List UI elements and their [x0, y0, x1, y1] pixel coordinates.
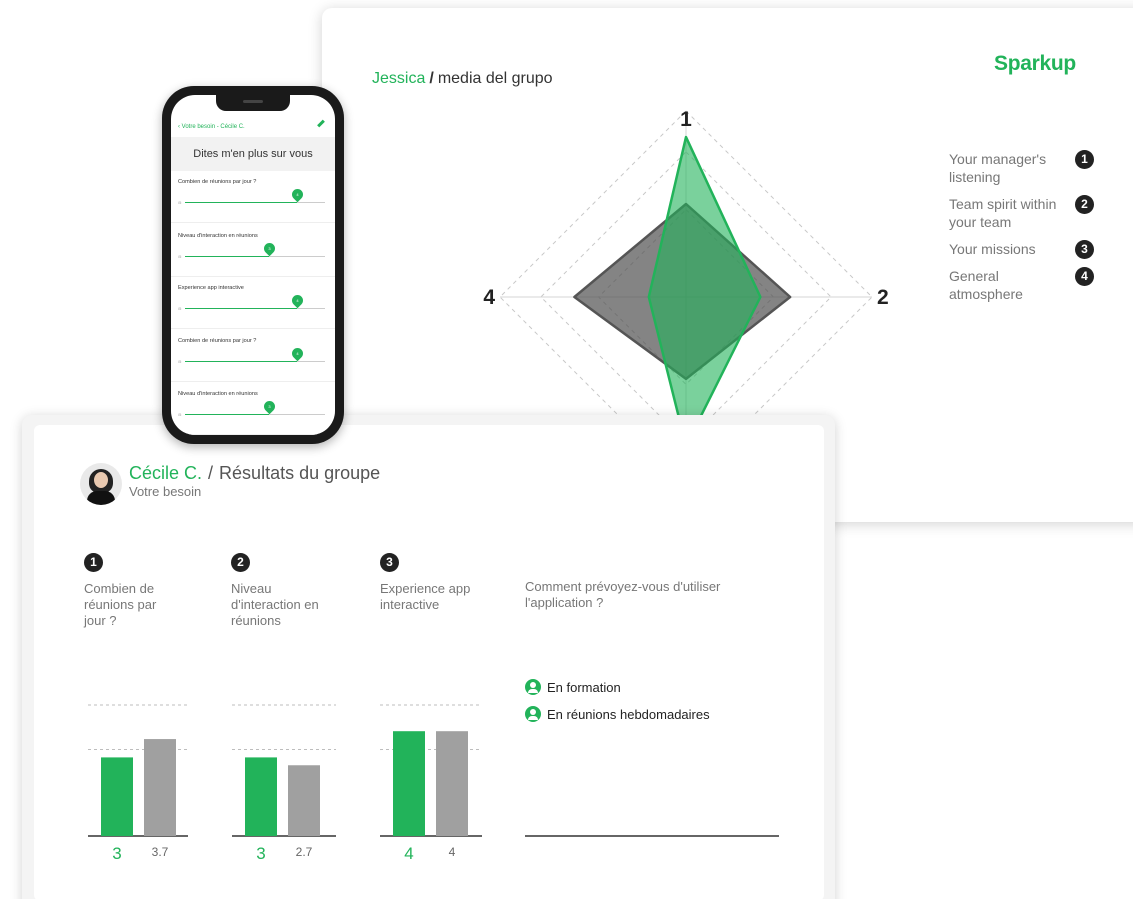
- phone-question-row: Niveau d'interaction en réunions/5 3: [171, 225, 335, 277]
- screenshot-stage: Jessica/media del grupo Sparkup 1234 You…: [0, 0, 1133, 899]
- radar-axis-label-1: 1: [680, 108, 692, 131]
- phone-question-row: Experience app interactive/5 4: [171, 277, 335, 329]
- phone-scale-label: /5: [178, 412, 182, 417]
- phone-question-text: Experience app interactive: [178, 285, 244, 291]
- radar-axis-label-2: 2: [877, 286, 889, 309]
- slider-value: 4: [296, 351, 299, 356]
- back-link[interactable]: ‹ Votre besoin - Cécile C.: [171, 117, 335, 137]
- bar-own-score: [101, 757, 133, 836]
- back-link-label: Votre besoin - Cécile C.: [181, 124, 245, 130]
- bar-own-score: [245, 757, 277, 836]
- slider-thumb[interactable]: 3: [261, 240, 278, 257]
- slider-fill: [185, 414, 269, 415]
- slider-fill: [185, 256, 269, 257]
- legend-number-badge: 2: [1075, 195, 1094, 214]
- legend-label: General atmosphere: [949, 268, 1023, 302]
- phone-question-text: Combien de réunions par jour ?: [178, 179, 257, 185]
- legend-number-badge: 1: [1075, 150, 1094, 169]
- legend-number-badge: 4: [1075, 267, 1094, 286]
- legend-item-3: Your missions 3: [949, 240, 1094, 259]
- group-results-panel: Cécile C. / Résultats du groupe Votre beso…: [34, 425, 824, 899]
- bar-own-value-label: 3: [256, 844, 265, 863]
- group-results-card: Cécile C. / Résultats du groupe Votre beso…: [22, 415, 835, 899]
- slider-value: 3: [268, 246, 271, 251]
- radar-axis-label-4: 4: [483, 286, 495, 309]
- legend-label: Team spirit within your team: [949, 196, 1057, 230]
- slider-thumb[interactable]: 4: [289, 345, 306, 362]
- radar-series-individual: [647, 135, 762, 448]
- legend-item-4: General atmosphere 4: [949, 267, 1094, 303]
- slider-fill: [185, 361, 297, 362]
- bar-group-average: [288, 765, 320, 836]
- phone-scale-label: /5: [178, 306, 182, 311]
- slider-fill: [185, 202, 297, 203]
- bar-own-value-label: 4: [404, 844, 413, 863]
- bar-own-value-label: 3: [112, 844, 121, 863]
- phone-scale-label: /5: [178, 254, 182, 259]
- phone-question-row: Combien de réunions par jour ? /5 4: [171, 330, 335, 382]
- bar-group-value-label: 4: [449, 845, 456, 859]
- phone-question-row: Niveau d'interaction en réunions/5 3: [171, 383, 335, 435]
- phone-screen: ‹ Votre besoin - Cécile C. Dites m'en pl…: [171, 95, 335, 435]
- legend-number-badge: 3: [1075, 240, 1094, 259]
- legend-item-1: Your manager's listening 1: [949, 150, 1094, 186]
- bar-group-value-label: 2.7: [296, 845, 313, 859]
- bar-group-average: [436, 731, 468, 836]
- bar-own-score: [393, 731, 425, 836]
- results-bar-charts: 3 3.7 3 2.7 4 4: [88, 704, 779, 863]
- phone-question-text: Combien de réunions par jour ?: [178, 338, 257, 344]
- legend-item-2: Team spirit within your team 2: [949, 195, 1094, 231]
- phone-scale-label: /5: [178, 200, 182, 205]
- radar-legend: Your manager's listening 1 Team spirit wi…: [949, 150, 1094, 312]
- phone-scale-label: /5: [178, 359, 182, 364]
- slider-fill: [185, 308, 297, 309]
- phone-question-row: Combien de réunions par jour ? /5 4: [171, 171, 335, 223]
- phone-question-text: Niveau d'interaction en réunions: [178, 233, 258, 239]
- slider-thumb[interactable]: 4: [289, 186, 306, 203]
- slider-thumb[interactable]: 3: [261, 398, 278, 415]
- phone-notch: [216, 95, 290, 111]
- bar-group-average: [144, 739, 176, 836]
- phone-question-text: Niveau d'interaction en réunions: [178, 391, 258, 397]
- slider-thumb[interactable]: 4: [289, 292, 306, 309]
- slider-value: 3: [268, 404, 271, 409]
- phone-header: Dites m'en plus sur vous: [171, 137, 335, 171]
- legend-label: Your manager's listening: [949, 151, 1047, 185]
- legend-label: Your missions: [949, 241, 1036, 257]
- bar-group-value-label: 3.7: [152, 845, 169, 859]
- phone-mockup: ‹ Votre besoin - Cécile C. Dites m'en pl…: [162, 86, 344, 444]
- slider-value: 4: [296, 298, 299, 303]
- slider-value: 4: [296, 192, 299, 197]
